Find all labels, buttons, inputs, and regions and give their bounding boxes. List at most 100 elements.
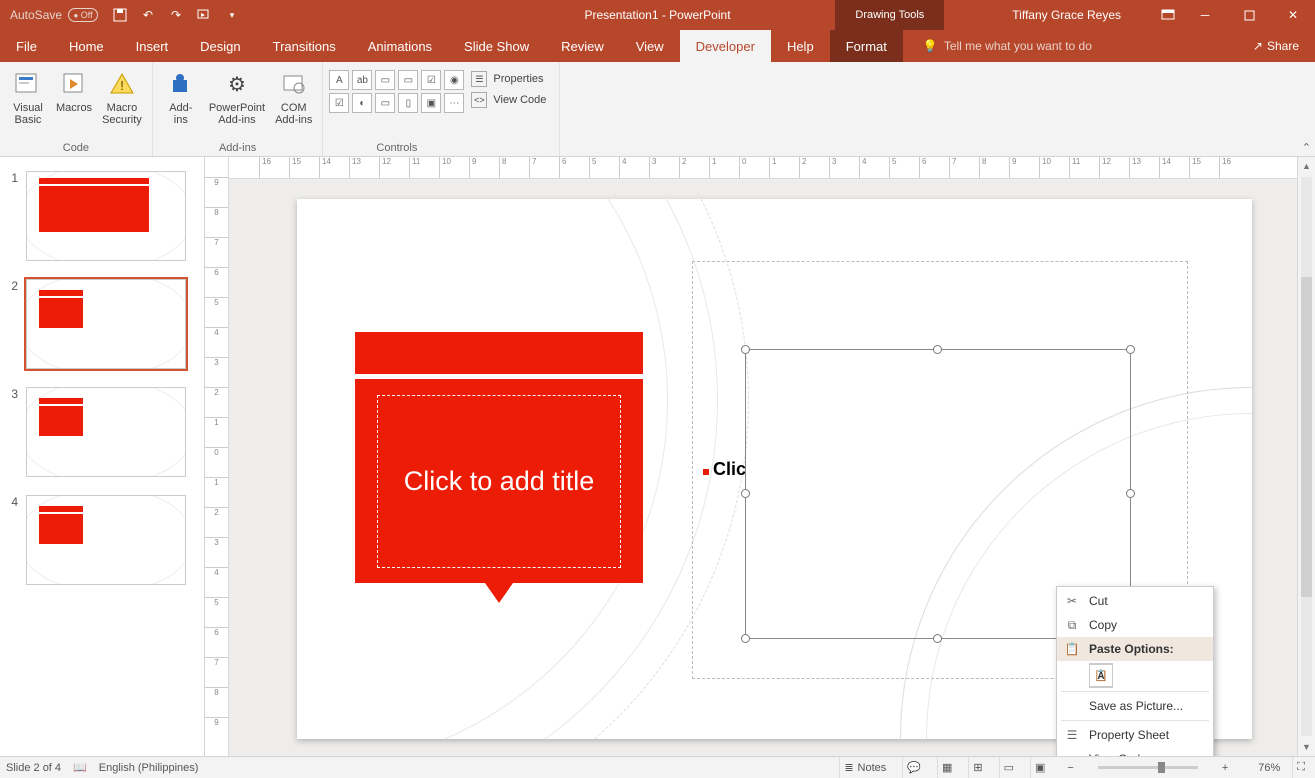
controls-grid: A ab ▭ ▭ ☑ ◉ ☑ ◐ ▭ ▯ ▣ ⋯ xyxy=(329,66,464,113)
macros-button[interactable]: Macros xyxy=(52,66,96,116)
slide-thumbnail-panel[interactable]: 1 2 3 4 xyxy=(0,157,205,756)
slide-sorter-button[interactable]: ⊞ xyxy=(968,757,986,778)
visual-basic-button[interactable]: Visual Basic xyxy=(6,66,50,128)
reading-view-button[interactable]: ▭ xyxy=(999,757,1018,778)
view-code-button[interactable]: <>View Code xyxy=(468,91,549,109)
more-controls-icon[interactable]: ⋯ xyxy=(444,93,464,113)
normal-view-button[interactable]: ▦ xyxy=(937,757,956,778)
minimize-button[interactable]: ─ xyxy=(1183,0,1227,30)
com-addins-icon xyxy=(278,68,310,100)
tab-insert[interactable]: Insert xyxy=(120,30,185,62)
context-menu: ✂Cut ⧉Copy 📋Paste Options: 📋A Save as Pi… xyxy=(1056,586,1214,756)
list-control-icon[interactable]: ▭ xyxy=(398,70,418,90)
com-addins-button[interactable]: COM Add-ins xyxy=(271,66,316,128)
tab-format[interactable]: Format xyxy=(830,30,903,62)
context-property-sheet[interactable]: ☰Property Sheet xyxy=(1057,723,1213,747)
scrollbar-control-icon[interactable]: ▯ xyxy=(398,93,418,113)
thumbnail-slide-4[interactable]: 4 xyxy=(0,491,204,599)
visual-basic-icon xyxy=(12,68,44,100)
toggle-control-icon[interactable]: ☑ xyxy=(329,93,349,113)
properties-icon: ☰ xyxy=(1063,727,1081,743)
option-control-icon[interactable]: ◉ xyxy=(444,70,464,90)
slide-counter[interactable]: Slide 2 of 4 xyxy=(6,762,61,774)
paste-option-keep-text[interactable]: 📋A xyxy=(1057,661,1213,689)
scroll-thumb[interactable] xyxy=(1301,277,1312,597)
notes-button[interactable]: ≣Notes xyxy=(839,757,890,778)
document-title: Presentation1 - PowerPoint xyxy=(584,8,730,22)
redo-icon[interactable]: ↷ xyxy=(168,7,184,23)
zoom-in-button[interactable]: + xyxy=(1216,762,1234,774)
label-control-icon[interactable]: A xyxy=(329,70,349,90)
combo-control-icon[interactable]: ▭ xyxy=(375,70,395,90)
user-name[interactable]: Tiffany Grace Reyes xyxy=(952,8,1151,22)
comments-icon: 💬 xyxy=(907,761,921,774)
spin-control-icon[interactable]: ◐ xyxy=(352,93,372,113)
ribbon-display-options-icon[interactable] xyxy=(1161,9,1175,21)
spell-check-icon[interactable]: 📖 xyxy=(73,761,87,774)
scroll-up-icon[interactable]: ▲ xyxy=(1298,157,1315,175)
contextual-tab-drawing-tools[interactable]: Drawing Tools xyxy=(835,0,944,30)
context-paste-options[interactable]: 📋Paste Options: xyxy=(1057,637,1213,661)
start-from-beginning-icon[interactable] xyxy=(196,7,212,23)
callout-pointer xyxy=(485,583,513,603)
scroll-down-icon[interactable]: ▼ xyxy=(1298,738,1315,756)
language-indicator[interactable]: English (Philippines) xyxy=(99,762,199,774)
copy-icon: ⧉ xyxy=(1063,617,1081,633)
checkbox-control-icon[interactable]: ☑ xyxy=(421,70,441,90)
textbox-control-icon[interactable]: ab xyxy=(352,70,372,90)
fit-to-window-button[interactable]: ⛶ xyxy=(1292,757,1309,778)
share-button[interactable]: ↗ Share xyxy=(1237,30,1315,62)
title-placeholder[interactable]: Click to add title xyxy=(355,379,643,583)
thumbnail-slide-2[interactable]: 2 xyxy=(0,275,204,383)
collapse-ribbon-icon[interactable]: ⌃ xyxy=(1302,141,1311,154)
tab-home[interactable]: Home xyxy=(53,30,120,62)
tab-view[interactable]: View xyxy=(620,30,680,62)
context-view-code[interactable]: <>View Code xyxy=(1057,747,1213,756)
slideshow-view-button[interactable]: ▣ xyxy=(1030,757,1049,778)
save-icon[interactable] xyxy=(112,7,128,23)
context-save-as-picture[interactable]: Save as Picture... xyxy=(1057,694,1213,718)
tab-file[interactable]: File xyxy=(0,30,53,62)
controls-proplist: ☰Properties <>View Code xyxy=(464,66,553,156)
context-cut[interactable]: ✂Cut xyxy=(1057,589,1213,613)
close-button[interactable]: ✕ xyxy=(1271,0,1315,30)
qat-customize-icon[interactable]: ▾ xyxy=(224,7,240,23)
tab-help[interactable]: Help xyxy=(771,30,830,62)
comments-button[interactable]: 💬 xyxy=(902,757,925,778)
zoom-out-button[interactable]: − xyxy=(1061,762,1079,774)
thumbnail-slide-3[interactable]: 3 xyxy=(0,383,204,491)
autosave-toggle[interactable]: AutoSave ● Off xyxy=(0,8,108,22)
context-copy[interactable]: ⧉Copy xyxy=(1057,613,1213,637)
tab-developer[interactable]: Developer xyxy=(680,30,771,62)
autosave-state: ● Off xyxy=(68,8,98,22)
macros-icon xyxy=(58,68,90,100)
slide-canvas-area[interactable]: Click to add title Clic xyxy=(229,179,1297,756)
clipboard-icon: 📋 xyxy=(1063,641,1081,657)
tab-animations[interactable]: Animations xyxy=(352,30,448,62)
command-control-icon[interactable]: ▭ xyxy=(375,93,395,113)
undo-icon[interactable]: ↶ xyxy=(140,7,156,23)
tab-design[interactable]: Design xyxy=(184,30,256,62)
macro-security-button[interactable]: !Macro Security xyxy=(98,66,146,128)
maximize-button[interactable] xyxy=(1227,0,1271,30)
addins-button[interactable]: Add- ins xyxy=(159,66,203,128)
zoom-slider[interactable] xyxy=(1098,766,1198,769)
powerpoint-addins-button[interactable]: ⚙PowerPoint Add-ins xyxy=(205,66,269,128)
image-control-icon[interactable]: ▣ xyxy=(421,93,441,113)
share-label: Share xyxy=(1267,39,1299,53)
bullet-icon xyxy=(703,469,709,475)
addins-icon xyxy=(165,68,197,100)
zoom-percent[interactable]: 76% xyxy=(1246,762,1280,774)
tab-slide-show[interactable]: Slide Show xyxy=(448,30,545,62)
tab-transitions[interactable]: Transitions xyxy=(257,30,352,62)
ribbon-tabs: File Home Insert Design Transitions Anim… xyxy=(0,30,1315,62)
tab-review[interactable]: Review xyxy=(545,30,620,62)
vertical-scrollbar[interactable]: ▲ ▼ xyxy=(1297,157,1315,756)
tell-me-search[interactable]: 💡 Tell me what you want to do xyxy=(903,30,1237,62)
group-label-controls: Controls xyxy=(329,140,464,156)
properties-icon: ☰ xyxy=(471,71,487,87)
view-code-icon: <> xyxy=(1063,751,1081,756)
thumbnail-slide-1[interactable]: 1 xyxy=(0,167,204,275)
properties-button[interactable]: ☰Properties xyxy=(468,70,549,88)
warning-icon: ! xyxy=(106,68,138,100)
